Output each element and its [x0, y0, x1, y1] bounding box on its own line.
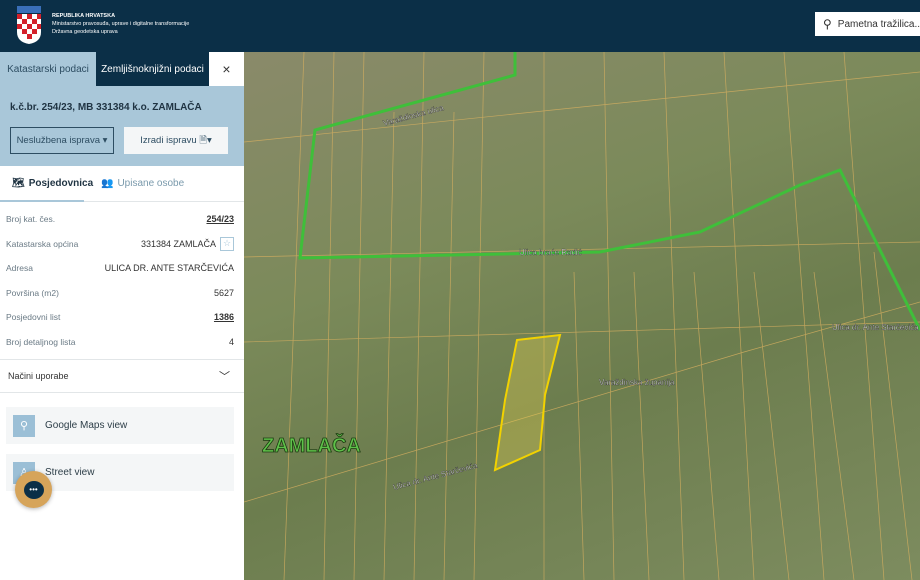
info-row: Adresa ULICA DR. ANTE STARČEVIĆA [6, 256, 234, 281]
org-line: Ministarstvo pravosuđa, uprave i digital… [52, 21, 190, 27]
org-line: REPUBLIKA HRVATSKA [52, 13, 116, 19]
row-label: Posjedovni list [6, 312, 61, 323]
possession-sheet-link[interactable]: 1386 [214, 312, 234, 322]
location-pin-icon: ⚲ [13, 414, 35, 437]
usage-accordion[interactable]: Načini uporabe ﹀ [0, 359, 244, 393]
chat-button[interactable]: ••• [15, 471, 52, 508]
row-label: Broj detaljnog lista [6, 336, 76, 347]
info-row: Broj kat. čes. 254/23 [6, 207, 234, 232]
row-value: 4 [228, 336, 234, 347]
map-label-town: ZAMLAČA [262, 433, 361, 457]
header: REPUBLIKA HRVATSKA Ministarstvo pravosuđ… [0, 0, 920, 52]
org-name: REPUBLIKA HRVATSKA Ministarstvo pravosuđ… [52, 12, 189, 36]
map-label-street: Ulica dr. Ante Starčevića [392, 461, 479, 492]
subtab-label: Posjedovnica [28, 178, 94, 189]
unofficial-document-button[interactable]: Neslužbena isprava ▾ [10, 127, 114, 154]
info-row: Katastarska općina 331384 ZAMLAČA ☆ [6, 232, 234, 257]
map-label-county: Varaždinska županija [599, 378, 675, 387]
parcel-title: k.č.br. 254/23, MB 331384 k.o. ZAMLAČA [10, 102, 202, 113]
document-icon: 🗎 [199, 134, 207, 146]
subtab-registered-persons[interactable]: 👥 Upisane osobe [85, 178, 184, 189]
selected-parcel[interactable] [493, 333, 562, 472]
chat-icon: ••• [23, 480, 44, 499]
star-icon[interactable]: ☆ [220, 236, 234, 251]
map-label-street: Ulica braće Radić [519, 248, 582, 257]
link-label: Street view [45, 467, 95, 478]
org-line: Državna geodetska uprava [52, 29, 118, 35]
smart-search-input[interactable]: ⚲ Pametna tražilica... [815, 12, 920, 36]
active-tab-indicator [0, 200, 84, 202]
row-value: ULICA DR. ANTE STARČEVIĆA [104, 263, 234, 274]
button-label: Neslužbena isprava [16, 135, 100, 146]
subtab-label: Upisane osobe [117, 178, 185, 189]
parcel-number-link[interactable]: 254/23 [206, 214, 234, 224]
map-icon: 🗺 [12, 178, 25, 189]
coat-of-arms-logo [17, 6, 41, 44]
row-value: 5627 [213, 287, 234, 298]
chevron-down-icon: ﹀ [219, 371, 230, 383]
accordion-label: Načini uporabe [8, 371, 69, 381]
row-label: Površina (m2) [6, 287, 59, 298]
info-row: Posjedovni list 1386 [6, 305, 234, 330]
map-overlay: Varaždinska ulica Ulica braće Radić Ulic… [244, 52, 920, 580]
row-label: Katastarska općina [6, 238, 79, 249]
close-icon[interactable]: × [209, 52, 244, 86]
tab-cadastral-data[interactable]: Katastarski podaci [0, 52, 96, 86]
subtab-possession[interactable]: 🗺 Posjedovnica [0, 178, 93, 189]
create-document-button[interactable]: Izradi ispravu 🗎 ▾ [124, 127, 228, 154]
google-maps-view-button[interactable]: ⚲ Google Maps view [6, 407, 234, 444]
row-label: Broj kat. čes. [6, 214, 56, 225]
municipality-boundary [298, 52, 920, 331]
people-icon: 👥 [101, 178, 114, 189]
map-label-street: Ulica dr. Ante Starčevića [832, 323, 919, 332]
info-row: Površina (m2) 5627 [6, 281, 234, 306]
link-label: Google Maps view [45, 420, 128, 431]
map-canvas[interactable]: Varaždinska ulica Ulica braće Radić Ulic… [244, 52, 920, 580]
parcel-lines [244, 52, 920, 580]
tab-land-registry-data[interactable]: Zemljišnoknjižni podaci [96, 52, 209, 86]
info-row: Broj detaljnog lista 4 [6, 330, 234, 355]
row-label: Adresa [6, 263, 33, 274]
row-value: 331384 ZAMLAČA [140, 238, 216, 249]
search-icon: ⚲ [823, 17, 832, 31]
search-placeholder: Pametna tražilica... [837, 18, 920, 30]
button-label: Izradi ispravu [140, 135, 197, 146]
